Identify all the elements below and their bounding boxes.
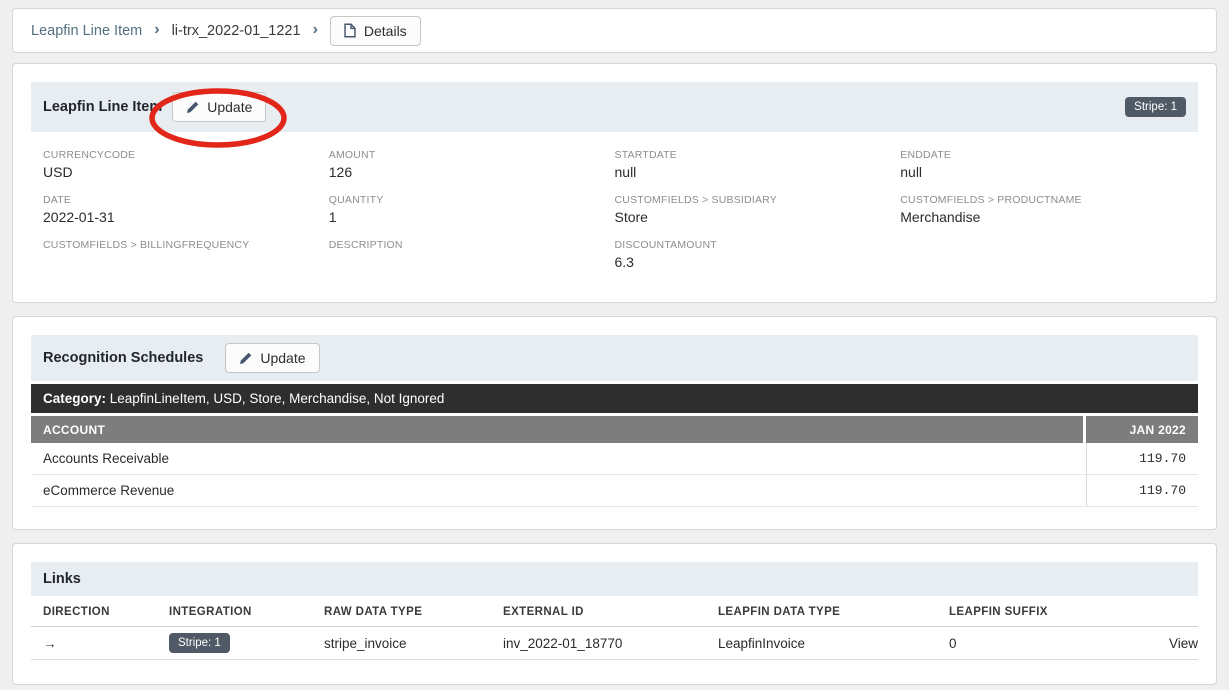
field-label: DESCRIPTION xyxy=(328,239,403,251)
links-table-header-row: DIRECTION INTEGRATION RAW DATA TYPE EXTE… xyxy=(31,598,1198,627)
update-button-label: Update xyxy=(260,350,306,366)
field-startdate: STARTDATE null xyxy=(615,149,901,182)
field-label: CURRENCYCODE xyxy=(43,149,136,161)
field-value: 1 xyxy=(328,209,337,225)
field-label: CUSTOMFIELDS > PRODUCTNAME xyxy=(900,194,1082,206)
amount-value: 119.70 xyxy=(1086,443,1198,474)
integration-cell: Stripe: 1 xyxy=(157,626,312,660)
external-id-cell: inv_2022-01_18770 xyxy=(491,626,706,660)
breadcrumb: Leapfin Line Item › li-trx_2022-01_1221 … xyxy=(12,8,1217,53)
field-quantity: QUANTITY 1 xyxy=(329,194,615,227)
field-value xyxy=(43,254,329,271)
view-link[interactable]: View xyxy=(1097,626,1198,660)
recognition-update-button[interactable]: Update xyxy=(225,343,320,373)
field-value: 6.3 xyxy=(614,254,634,270)
field-description: DESCRIPTION xyxy=(329,239,615,272)
details-button[interactable]: Details xyxy=(329,15,421,46)
field-label: DATE xyxy=(43,194,72,206)
account-column-header: ACCOUNT xyxy=(31,416,1083,443)
field-value: 126 xyxy=(328,164,353,180)
leapfin-suffix-cell: 0 xyxy=(937,626,1097,660)
field-value: USD xyxy=(43,164,73,180)
pencil-icon xyxy=(186,101,199,114)
line-item-fields: CURRENCYCODE USD AMOUNT 126 STARTDATE nu… xyxy=(31,132,1198,284)
field-enddate: ENDDATE null xyxy=(900,149,1186,182)
field-subsidiary: CUSTOMFIELDS > SUBSIDIARY Store xyxy=(615,194,901,227)
line-item-card-title: Leapfin Line Item xyxy=(43,99,163,115)
breadcrumb-root-link[interactable]: Leapfin Line Item xyxy=(31,23,142,39)
update-button-label: Update xyxy=(207,99,253,115)
details-button-label: Details xyxy=(363,22,407,39)
document-icon xyxy=(344,23,356,38)
field-amount: AMOUNT 126 xyxy=(329,149,615,182)
category-value: LeapfinLineItem, USD, Store, Merchandise… xyxy=(106,391,445,406)
links-card-title: Links xyxy=(43,571,81,587)
table-row: Accounts Receivable 119.70 xyxy=(31,443,1198,475)
table-row: → Stripe: 1 stripe_invoice inv_2022-01_1… xyxy=(31,626,1198,660)
stripe-badge: Stripe: 1 xyxy=(1125,97,1186,117)
field-label: QUANTITY xyxy=(328,194,384,206)
field-value: 2022-01-31 xyxy=(43,209,115,225)
field-value: Merchandise xyxy=(900,209,981,225)
line-item-card-header: Leapfin Line Item Update Stripe: 1 xyxy=(31,82,1198,132)
category-label: Category: xyxy=(43,391,107,406)
field-currencycode: CURRENCYCODE USD xyxy=(43,149,329,182)
recognition-schedules-card: Recognition Schedules Update Category: L… xyxy=(12,316,1217,530)
action-column-header xyxy=(1097,598,1198,627)
chevron-right-icon: › xyxy=(312,20,318,38)
pencil-icon xyxy=(239,352,252,365)
recognition-card-title: Recognition Schedules xyxy=(43,350,204,366)
field-label: CUSTOMFIELDS > BILLINGFREQUENCY xyxy=(43,239,250,251)
chevron-right-icon: › xyxy=(154,20,160,38)
direction-column-header: DIRECTION xyxy=(31,598,157,627)
line-item-update-button[interactable]: Update xyxy=(172,92,267,122)
period-column-header: JAN 2022 xyxy=(1086,416,1198,443)
amount-value: 119.70 xyxy=(1086,475,1198,506)
field-label: DISCOUNTAMOUNT xyxy=(614,239,717,251)
raw-data-type-cell: stripe_invoice xyxy=(312,626,491,660)
field-value: null xyxy=(900,164,923,180)
table-row: eCommerce Revenue 119.70 xyxy=(31,475,1198,507)
page: Leapfin Line Item › li-trx_2022-01_1221 … xyxy=(0,0,1229,690)
field-date: DATE 2022-01-31 xyxy=(43,194,329,227)
leapfin-suffix-column-header: LEAPFIN SUFFIX xyxy=(937,598,1097,627)
recognition-card-header: Recognition Schedules Update xyxy=(31,335,1198,381)
arrow-right-icon: → xyxy=(31,626,157,660)
field-discountamount: DISCOUNTAMOUNT 6.3 xyxy=(615,239,901,272)
links-table: DIRECTION INTEGRATION RAW DATA TYPE EXTE… xyxy=(31,598,1198,660)
links-card-header: Links xyxy=(31,562,1198,596)
account-name: eCommerce Revenue xyxy=(43,483,175,498)
field-label: STARTDATE xyxy=(614,149,677,161)
category-bar: Category: LeapfinLineItem, USD, Store, M… xyxy=(31,384,1198,413)
raw-data-type-column-header: RAW DATA TYPE xyxy=(312,598,491,627)
field-value xyxy=(329,254,615,271)
line-item-card: Leapfin Line Item Update Stripe: 1 CURRE… xyxy=(12,63,1217,303)
stripe-badge: Stripe: 1 xyxy=(169,633,230,653)
external-id-column-header: EXTERNAL ID xyxy=(491,598,706,627)
field-value: Store xyxy=(614,209,648,225)
links-card: Links DIRECTION INTEGRATION RAW DATA TYP… xyxy=(12,543,1217,685)
field-productname: CUSTOMFIELDS > PRODUCTNAME Merchandise xyxy=(900,194,1186,227)
field-billingfrequency: CUSTOMFIELDS > BILLINGFREQUENCY xyxy=(43,239,329,272)
field-label: CUSTOMFIELDS > SUBSIDIARY xyxy=(614,194,777,206)
integration-column-header: INTEGRATION xyxy=(157,598,312,627)
breadcrumb-current: li-trx_2022-01_1221 xyxy=(171,22,301,39)
field-value: null xyxy=(614,164,637,180)
leapfin-data-type-column-header: LEAPFIN DATA TYPE xyxy=(706,598,937,627)
recognition-table-header: ACCOUNT JAN 2022 xyxy=(31,416,1198,443)
field-label: ENDDATE xyxy=(900,149,952,161)
leapfin-data-type-cell: LeapfinInvoice xyxy=(706,626,937,660)
field-label: AMOUNT xyxy=(328,149,376,161)
account-name: Accounts Receivable xyxy=(43,451,170,466)
